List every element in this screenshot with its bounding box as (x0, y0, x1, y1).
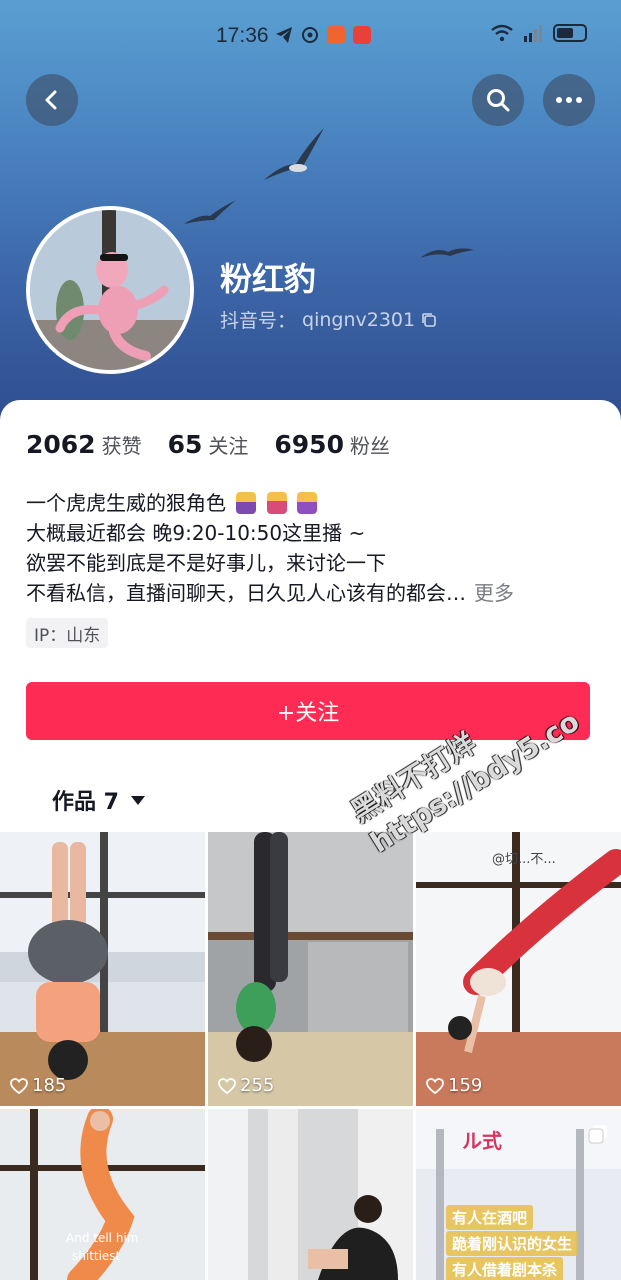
douyin-id-value: qingnv2301 (302, 308, 416, 331)
emoji-icon (236, 492, 257, 514)
heart-icon (218, 1077, 236, 1094)
douyin-id-label: 抖音号： (220, 310, 297, 332)
stat-label: 关注 (208, 434, 249, 458)
video-tile[interactable]: And tell him shittiest (0, 1109, 205, 1280)
app-icon (302, 27, 318, 43)
stat-value: 6950 (274, 430, 344, 459)
bio-line: 欲罢不能到底是不是好事儿，来讨论一下 (26, 551, 386, 575)
stat-followers[interactable]: 6950 粉丝 (274, 430, 390, 459)
video-caption: shittiest (72, 1249, 121, 1263)
app-icon (353, 26, 371, 44)
bio-text: 不看私信，直播间聊天，日久见人心该有的都会… (26, 581, 466, 605)
follow-button[interactable]: +关注 (26, 682, 590, 740)
ip-location-tag: IP：山东 (26, 618, 109, 648)
chevron-left-icon (45, 90, 57, 110)
bio-line: 不看私信，直播间聊天，日久见人心该有的都会… 更多 (26, 578, 596, 608)
video-caption: 有人在酒吧 (446, 1205, 534, 1230)
avatar[interactable] (26, 206, 194, 374)
video-likes-count: 255 (240, 1075, 275, 1096)
video-thumbnail (416, 832, 621, 1106)
emoji-icon (266, 492, 287, 514)
more-horizontal-icon (556, 97, 582, 103)
video-likes-count: 185 (32, 1075, 67, 1096)
tab-works[interactable]: 作品 7 (52, 784, 145, 816)
video-likes: 255 (218, 1075, 274, 1096)
bird-decoration (264, 128, 324, 180)
heart-icon (426, 1077, 444, 1094)
status-bar: 17:36 (0, 0, 621, 72)
video-tile[interactable] (208, 1109, 413, 1280)
battery-icon (553, 24, 587, 42)
video-tile[interactable]: @切...不... 159 (416, 832, 621, 1106)
status-icons-right (491, 24, 587, 42)
stat-value: 2062 (26, 430, 96, 459)
bio: 一个虎虎生威的狠角色 大概最近都会 晚9:20-10:50这里播 ~ 欲罢不能到… (26, 488, 596, 608)
video-thumbnail (208, 832, 413, 1106)
stats-row: 2062 获赞 65 关注 6950 粉丝 (26, 430, 390, 459)
bio-line: 大概最近都会 晚9:20-10:50这里播 ~ (26, 521, 366, 545)
stat-label: 粉丝 (349, 434, 390, 458)
video-caption: And tell him (66, 1231, 139, 1245)
video-tile[interactable]: ル式 有人在酒吧 跪着刚认识的女生 有人借着剧本杀 (416, 1109, 621, 1280)
douyin-id: 抖音号： qingnv2301 (220, 306, 437, 333)
search-button[interactable] (472, 74, 524, 126)
video-caption: 有人借着剧本杀 (446, 1257, 564, 1280)
search-icon (487, 89, 510, 112)
status-time: 17:36 (216, 24, 269, 47)
video-caption: 跪着刚认识的女生 (446, 1231, 579, 1256)
app-icon (327, 26, 345, 44)
bio-text: 一个虎虎生威的狠角色 (26, 491, 226, 515)
emoji-icon (297, 492, 318, 514)
video-caption: @切...不... (492, 852, 556, 867)
profile-header-background: 17:36 粉红豹 抖音号： qingnv2301 (0, 0, 621, 430)
nickname: 粉红豹 (220, 260, 317, 298)
video-tile[interactable]: 255 (208, 832, 413, 1106)
video-title-overlay: ル式 (462, 1129, 502, 1153)
back-button[interactable] (26, 74, 78, 126)
heart-icon (10, 1077, 28, 1094)
telegram-icon (276, 27, 292, 43)
pink-panther-toy-image (30, 210, 190, 370)
wifi-icon (491, 24, 513, 42)
caret-down-icon (130, 795, 145, 805)
stat-likes[interactable]: 2062 获赞 (26, 430, 142, 459)
status-icons-left (275, 26, 371, 44)
bird-decoration (420, 248, 474, 258)
video-thumbnail (0, 832, 205, 1106)
video-tile[interactable]: 185 (0, 832, 205, 1106)
copy-icon[interactable] (421, 312, 437, 328)
bio-more-link[interactable]: 更多 (474, 581, 514, 605)
more-options-button[interactable] (543, 74, 595, 126)
video-thumbnail (208, 1109, 413, 1280)
video-likes: 185 (10, 1075, 66, 1096)
profile-card: 2062 获赞 65 关注 6950 粉丝 一个虎虎生威的狠角色 大概最近都会 … (0, 400, 621, 1280)
video-likes: 159 (426, 1075, 482, 1096)
stat-label: 获赞 (101, 434, 142, 458)
stat-value: 65 (167, 430, 203, 459)
signal-icon (524, 25, 542, 42)
video-likes-count: 159 (448, 1075, 483, 1096)
multi-image-icon (588, 1125, 607, 1144)
tab-works-label: 作品 7 (52, 790, 119, 815)
bio-line: 一个虎虎生威的狠角色 (26, 488, 596, 518)
bird-decoration (184, 200, 236, 224)
stat-following[interactable]: 65 关注 (168, 430, 249, 459)
